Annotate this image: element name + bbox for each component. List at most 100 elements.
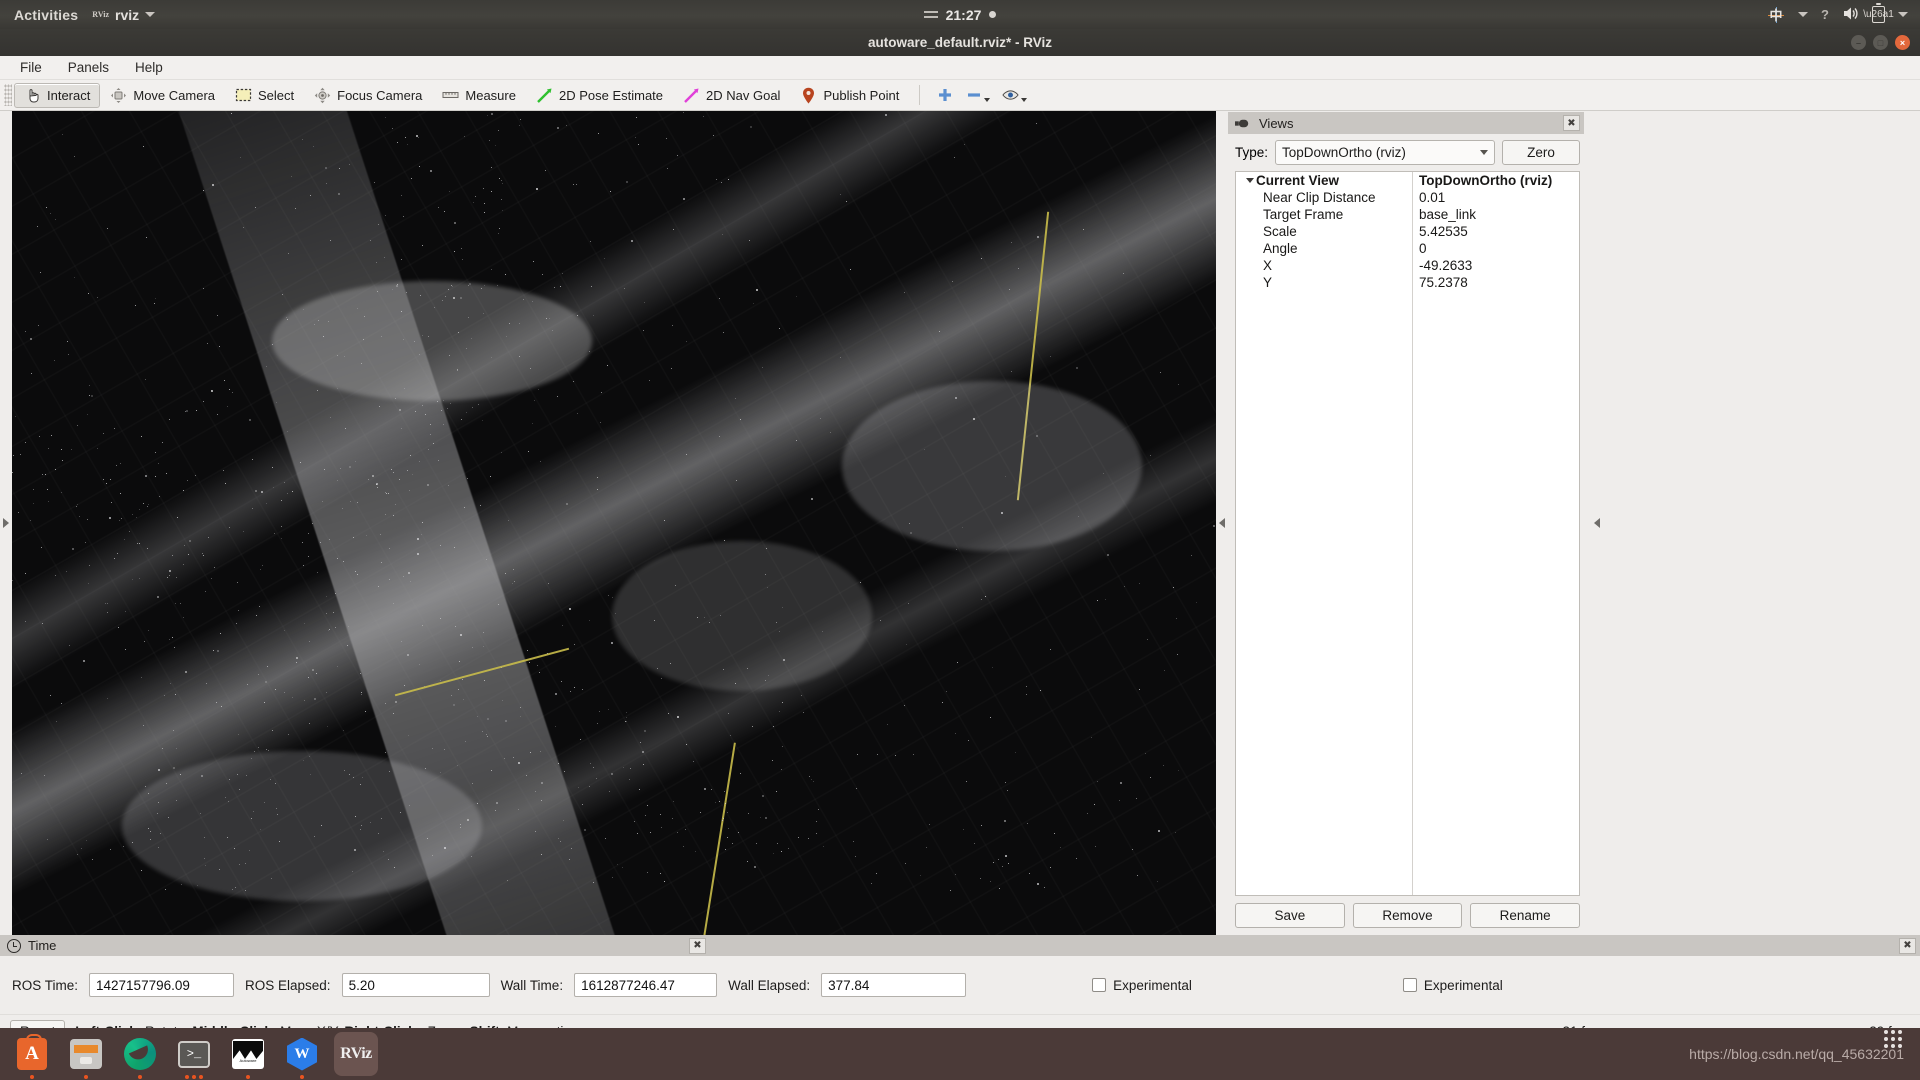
rename-view-button[interactable]: Rename [1470,903,1580,928]
ros-time-label: ROS Time: [12,978,78,993]
wall-elapsed-label: Wall Elapsed: [728,978,810,993]
minimize-button[interactable]: – [1851,35,1866,50]
right-panel-expander[interactable] [1216,111,1228,935]
running-indicator [30,1075,34,1079]
wall-time-input[interactable]: 1612877246.47 [574,973,717,997]
menu-item-help[interactable]: Help [125,58,173,77]
views-panel-close-icon[interactable]: ✖ [1563,115,1580,131]
ime-chevron-down-icon[interactable] [1798,12,1808,17]
view-type-select[interactable]: TopDownOrtho (rviz) [1275,140,1495,165]
dock-wps-office[interactable]: W [280,1032,324,1076]
tool-focus-camera[interactable]: Focus Camera [304,83,432,108]
column-splitter[interactable] [1412,172,1413,895]
property-value[interactable]: base_link [1412,207,1476,222]
tool-move-camera-label: Move Camera [133,88,215,103]
tool-2d-pose-estimate[interactable]: 2D Pose Estimate [526,83,673,108]
tool-move-camera[interactable]: Move Camera [100,83,225,108]
running-indicator [185,1075,203,1079]
property-row-current-view[interactable]: Current View TopDownOrtho (rviz) [1236,172,1579,189]
zero-button[interactable]: Zero [1502,140,1580,165]
property-value[interactable]: 0 [1412,241,1427,256]
view-properties-table[interactable]: Current View TopDownOrtho (rviz) Near Cl… [1235,171,1580,896]
experimental-checkbox-1[interactable]: Experimental [1092,978,1192,993]
hand-icon [24,87,41,104]
property-row-scale[interactable]: Scale 5.42535 [1236,223,1579,240]
tool-select[interactable]: Select [225,83,304,108]
show-applications-icon[interactable] [1884,1030,1902,1048]
ros-elapsed-input[interactable]: 5.20 [342,973,490,997]
close-button[interactable]: × [1895,35,1910,50]
tool-interact[interactable]: Interact [14,83,100,108]
time-panel-title: Time [28,938,682,953]
volume-icon[interactable] [1842,6,1859,24]
chevron-down-icon [145,12,155,17]
system-menu-chevron-down-icon[interactable] [1898,12,1908,17]
current-view-key: Current View [1236,173,1412,188]
property-value[interactable]: 5.42535 [1412,224,1468,239]
right-dock-strip[interactable] [1590,111,1604,935]
time-panel: Time ✖ ✖ ROS Time: 1427157796.09 ROS Ela… [0,935,1920,1014]
chevron-down-icon[interactable] [984,98,990,102]
toolbar-grip-handle[interactable] [4,84,12,106]
system-top-bar: Activities RViz rviz 21:27 中 ? \u26a1 [0,0,1920,29]
property-row-y[interactable]: Y 75.2378 [1236,274,1579,291]
minus-icon [965,87,982,104]
property-value[interactable]: 75.2378 [1412,275,1468,290]
time-panel-body: ROS Time: 1427157796.09 ROS Elapsed: 5.2… [0,956,1920,1014]
watermark-text: https://blog.csdn.net/qq_45632201 [1689,1046,1920,1062]
running-indicator [300,1075,304,1079]
activities-button[interactable]: Activities [14,7,78,23]
maximize-button[interactable]: □ [1873,35,1888,50]
tool-focus-camera-label: Focus Camera [337,88,422,103]
input-method-icon[interactable]: 中 [1767,6,1785,24]
app-menu-rviz[interactable]: RViz rviz [92,7,155,23]
property-key: Y [1236,275,1412,290]
tool-measure[interactable]: Measure [432,83,526,108]
help-icon[interactable]: ? [1821,7,1829,22]
battery-icon[interactable]: \u26a1 [1872,6,1885,23]
menu-item-panels[interactable]: Panels [58,58,119,77]
menu-item-file[interactable]: File [10,58,52,77]
tool-publish-point[interactable]: Publish Point [790,83,909,108]
green-arrow-icon [536,87,553,104]
collapse-right-icon[interactable] [1594,518,1600,528]
ros-time-input[interactable]: 1427157796.09 [89,973,234,997]
current-view-label: Current View [1256,173,1339,188]
property-row-angle[interactable]: Angle 0 [1236,240,1579,257]
time-panel-close-icon-2[interactable]: ✖ [1899,938,1916,954]
property-row-x[interactable]: X -49.2633 [1236,257,1579,274]
property-value[interactable]: -49.2633 [1412,258,1472,273]
clock-area[interactable]: 21:27 [850,7,1070,23]
experimental-checkbox-2[interactable]: Experimental [1403,978,1503,993]
dock-autoware[interactable]: Autoware [226,1032,270,1076]
dock-terminal[interactable]: >_ [172,1032,216,1076]
property-value[interactable]: 0.01 [1412,190,1445,205]
plus-icon [936,87,953,104]
dock-rviz[interactable]: RViz [334,1032,378,1076]
property-key: X [1236,258,1412,273]
chevron-down-icon[interactable] [1021,98,1027,102]
autoware-icon: Autoware [232,1039,264,1069]
time-panel-close-icon[interactable]: ✖ [689,938,706,954]
3d-viewport[interactable] [12,111,1216,935]
expand-triangle-icon[interactable] [1244,178,1256,183]
property-row-target-frame[interactable]: Target Frame base_link [1236,206,1579,223]
wall-elapsed-input[interactable]: 377.84 [821,973,966,997]
tool-2d-nav-goal[interactable]: 2D Nav Goal [673,83,790,108]
property-key: Scale [1236,224,1412,239]
save-view-button[interactable]: Save [1235,903,1345,928]
dock-edge-browser[interactable] [118,1032,162,1076]
tool-publish-point-label: Publish Point [823,88,899,103]
dock-ubuntu-software[interactable]: A [10,1032,54,1076]
add-tool-button[interactable] [930,87,959,104]
left-panel-expander[interactable] [0,111,12,935]
visibility-button[interactable] [996,87,1033,104]
checkbox-icon[interactable] [1403,978,1417,992]
remove-view-button[interactable]: Remove [1353,903,1463,928]
tool-2d-pose-estimate-label: 2D Pose Estimate [559,88,663,103]
checkbox-icon[interactable] [1092,978,1106,992]
wps-office-icon: W [287,1038,317,1071]
remove-tool-button[interactable] [959,87,996,104]
property-row-near-clip-distance[interactable]: Near Clip Distance 0.01 [1236,189,1579,206]
dock-files[interactable] [64,1032,108,1076]
